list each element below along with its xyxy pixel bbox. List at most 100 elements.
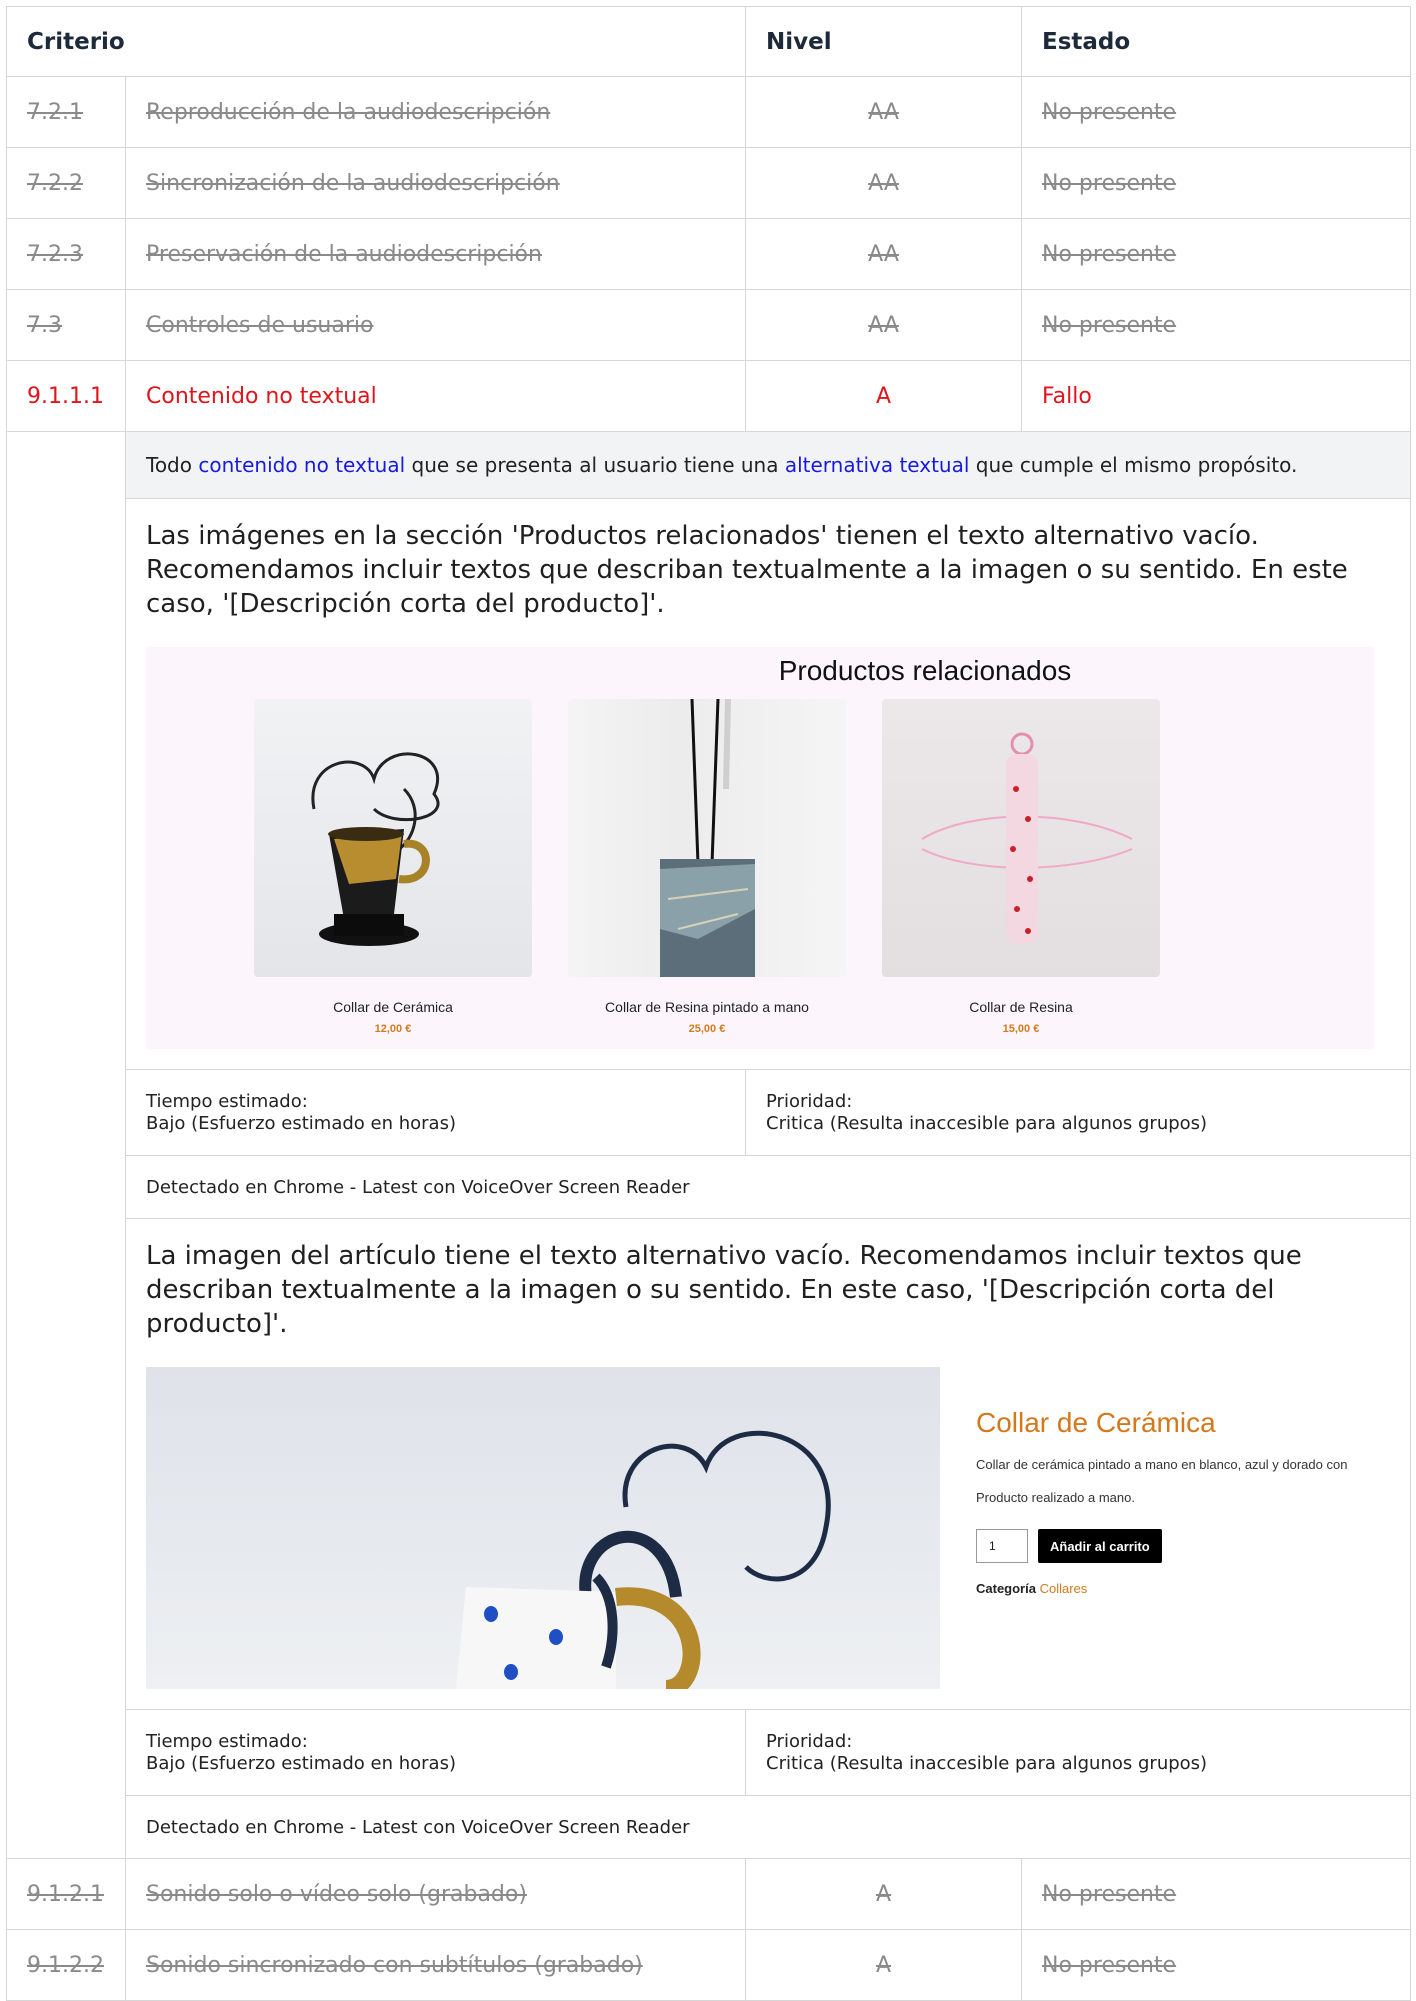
- criterion-level: A: [745, 1929, 1023, 2001]
- product-image-resin-pendant: [568, 699, 846, 977]
- table-row: 7.3 Controles de usuario AA No presente: [6, 289, 1412, 361]
- criterion-id: 9.1.2.2: [6, 1929, 126, 2001]
- detected-in: Detectado en Chrome - Latest con VoiceOv…: [124, 1795, 1412, 1859]
- criterion-id: 9.1.2.1: [6, 1858, 126, 1930]
- table-row: 9.1.2.1 Sonido solo o vídeo solo (grabad…: [6, 1858, 1412, 1930]
- header-estado: Estado: [1021, 6, 1412, 77]
- criterion-id: 7.2.1: [6, 76, 126, 148]
- criterion-status: No presente: [1021, 1858, 1412, 1930]
- product-detail-screenshot: Collar de Cerámica Collar de cerámica pi…: [146, 1367, 1396, 1689]
- buy-row: 1 Añadir al carrito: [976, 1529, 1396, 1563]
- priority-label: Prioridad:: [766, 1730, 853, 1752]
- add-to-cart-button[interactable]: Añadir al carrito: [1038, 1529, 1162, 1563]
- product-name: Collar de Resina: [969, 999, 1073, 1015]
- issue-screenshot: Productos relacionados Collar de Cerámic…: [126, 647, 1410, 1069]
- priority-value: Critica (Resulta inaccesible para alguno…: [766, 1112, 1208, 1134]
- issue-text: La imagen del artículo tiene el texto al…: [146, 1241, 1302, 1339]
- product-price: 15,00 €: [1002, 1023, 1040, 1035]
- criterion-status: No presente: [1021, 147, 1412, 219]
- detail-indent: [6, 431, 126, 1859]
- category-label: Categoría: [976, 1581, 1036, 1596]
- criterion-level: A: [745, 360, 1023, 432]
- criterion-description: Todo contenido no textual que se present…: [124, 431, 1412, 499]
- table-row: 9.1.2.2 Sonido sincronizado con subtítul…: [6, 1929, 1412, 2001]
- criterion-level: AA: [745, 76, 1023, 148]
- header-nivel: Nivel: [745, 6, 1023, 77]
- detected-in: Detectado en Chrome - Latest con VoiceOv…: [124, 1155, 1412, 1219]
- criterion-name: Preservación de la audiodescripción: [124, 218, 747, 290]
- table-header: Criterio Nivel Estado: [5, 6, 1412, 77]
- criterion-id: 7.3: [6, 289, 126, 361]
- priority: Prioridad: Critica (Resulta inaccesible …: [745, 1709, 1412, 1796]
- criterion-level: AA: [745, 147, 1023, 219]
- issue-1-meta: Tiempo estimado: Bajo (Esfuerzo estimado…: [7, 1069, 1412, 1156]
- issue-1: Las imágenes en la sección 'Productos re…: [7, 498, 1412, 1070]
- criterion-name: Sonido solo o vídeo solo (grabado): [124, 1858, 747, 1930]
- product-category: Categoría Collares: [976, 1581, 1396, 1596]
- criterion-level: AA: [745, 218, 1023, 290]
- description-text: Todo: [146, 453, 199, 477]
- link-alternativa-textual[interactable]: alternativa textual: [785, 453, 970, 477]
- issue-2: La imagen del artículo tiene el texto al…: [7, 1218, 1412, 1710]
- issue-2-meta: Tiempo estimado: Bajo (Esfuerzo estimado…: [7, 1709, 1412, 1796]
- product-image-pink-tube: [882, 699, 1160, 977]
- related-products-screenshot: Productos relacionados Collar de Cerámic…: [146, 647, 1374, 1049]
- header-criterio: Criterio: [5, 6, 747, 77]
- issue-2-detected: Detectado en Chrome - Latest con VoiceOv…: [7, 1795, 1412, 1859]
- description-text: que se presenta al usuario tiene una: [405, 453, 785, 477]
- issue-screenshot: Collar de Cerámica Collar de cerámica pi…: [126, 1367, 1410, 1709]
- priority-value: Critica (Resulta inaccesible para alguno…: [766, 1752, 1208, 1774]
- product-image-ceramic-cup: [254, 699, 532, 977]
- priority: Prioridad: Critica (Resulta inaccesible …: [745, 1069, 1412, 1156]
- product-card: Collar de Cerámica 12,00 €: [254, 699, 532, 1035]
- criterion-id: 9.1.1.1: [6, 360, 126, 432]
- product-description: Collar de cerámica pintado a mano en bla…: [976, 1457, 1348, 1472]
- criterion-level: A: [745, 1858, 1023, 1930]
- criterion-status: Fallo: [1021, 360, 1412, 432]
- table-row: 7.2.2 Sincronización de la audiodescripc…: [6, 147, 1412, 219]
- priority-label: Prioridad:: [766, 1090, 853, 1112]
- criteria-table-wrapper: Criterio Nivel Estado 7.2.1 Reproducción…: [5, 6, 1412, 2001]
- issue-1-detected: Detectado en Chrome - Latest con VoiceOv…: [7, 1155, 1412, 1219]
- product-card: Collar de Resina 15,00 €: [882, 699, 1160, 1035]
- criterion-name: Sonido sincronizado con subtítulos (grab…: [124, 1929, 747, 2001]
- table-row-fail[interactable]: 9.1.1.1 Contenido no textual A Fallo: [6, 360, 1412, 432]
- criterion-name: Controles de usuario: [124, 289, 747, 361]
- quantity-input[interactable]: 1: [976, 1529, 1028, 1563]
- estimated-time: Tiempo estimado: Bajo (Esfuerzo estimado…: [124, 1069, 747, 1156]
- time-value: Bajo (Esfuerzo estimado en horas): [146, 1112, 456, 1134]
- issue-2-content: La imagen del artículo tiene el texto al…: [124, 1218, 1412, 1710]
- criterion-status: No presente: [1021, 76, 1412, 148]
- criterion-status: No presente: [1021, 218, 1412, 290]
- criterion-id: 7.2.2: [6, 147, 126, 219]
- criterion-status: No presente: [1021, 1929, 1412, 2001]
- related-title: Productos relacionados: [778, 655, 1072, 686]
- criterion-name: Contenido no textual: [124, 360, 747, 432]
- time-value: Bajo (Esfuerzo estimado en horas): [146, 1752, 456, 1774]
- table-row: 7.2.1 Reproducción de la audiodescripció…: [6, 76, 1412, 148]
- criterion-name: Reproducción de la audiodescripción: [124, 76, 747, 148]
- estimated-time: Tiempo estimado: Bajo (Esfuerzo estimado…: [124, 1709, 747, 1796]
- product-title: Collar de Cerámica: [976, 1407, 1216, 1438]
- product-card: Collar de Resina pintado a mano 25,00 €: [568, 699, 846, 1035]
- product-price: 25,00 €: [688, 1023, 726, 1035]
- time-label: Tiempo estimado:: [146, 1090, 308, 1112]
- criterion-status: No presente: [1021, 289, 1412, 361]
- table-row: 7.2.3 Preservación de la audiodescripció…: [6, 218, 1412, 290]
- issue-1-content: Las imágenes en la sección 'Productos re…: [124, 498, 1412, 1070]
- time-label: Tiempo estimado:: [146, 1730, 308, 1752]
- product-info: Collar de Cerámica Collar de cerámica pi…: [976, 1407, 1396, 1596]
- criterion-description-row: Todo contenido no textual que se present…: [6, 431, 1412, 1859]
- criteria-table: Criterio Nivel Estado 7.2.1 Reproducción…: [5, 6, 1412, 2001]
- criterion-id: 7.2.3: [6, 218, 126, 290]
- link-contenido-no-textual[interactable]: contenido no textual: [198, 453, 405, 477]
- category-link[interactable]: Collares: [1040, 1581, 1088, 1596]
- criterion-level: AA: [745, 289, 1023, 361]
- product-price: 12,00 €: [374, 1023, 412, 1035]
- issue-text: Las imágenes en la sección 'Productos re…: [146, 521, 1348, 619]
- product-name: Collar de Resina pintado a mano: [605, 999, 809, 1015]
- product-made: Producto realizado a mano.: [976, 1490, 1135, 1505]
- description-text: que cumple el mismo propósito.: [969, 453, 1298, 477]
- criterion-name: Sincronización de la audiodescripción: [124, 147, 747, 219]
- product-main-image: [146, 1367, 940, 1689]
